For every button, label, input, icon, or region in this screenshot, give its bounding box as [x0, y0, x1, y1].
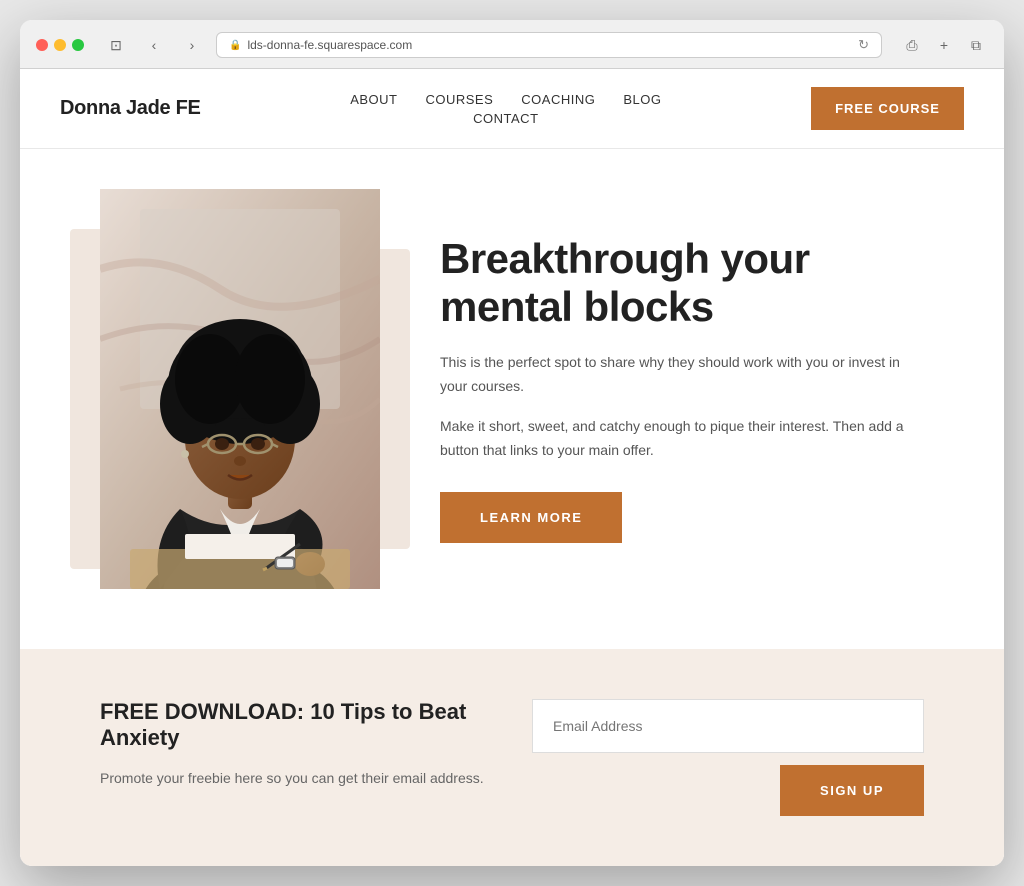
windows-button[interactable]: ⧉ [964, 33, 988, 57]
refresh-icon[interactable]: ↻ [858, 37, 869, 53]
hero-description-1: This is the perfect spot to share why th… [440, 351, 924, 399]
url-text: lds-donna-fe.squarespace.com [247, 38, 412, 52]
maximize-button[interactable] [72, 39, 84, 51]
free-course-button[interactable]: FREE COURSE [811, 87, 964, 130]
back-button[interactable]: ‹ [140, 35, 168, 55]
window-toggle-button[interactable]: ⊡ [102, 35, 130, 55]
close-button[interactable] [36, 39, 48, 51]
nav-row-top: ABOUT COURSES COACHING BLOG [350, 92, 661, 107]
hero-section: Breakthrough your mental blocks This is … [20, 149, 1004, 649]
hero-content: Breakthrough your mental blocks This is … [440, 235, 924, 544]
site-logo[interactable]: Donna Jade FE [60, 97, 201, 120]
download-section: FREE DOWNLOAD: 10 Tips to Beat Anxiety P… [20, 649, 1004, 866]
website-content: Donna Jade FE ABOUT COURSES COACHING BLO… [20, 69, 1004, 866]
nav-courses[interactable]: COURSES [425, 92, 493, 107]
hero-illustration [100, 189, 380, 589]
share-button[interactable]: ⎙ [900, 33, 924, 57]
hero-description-2: Make it short, sweet, and catchy enough … [440, 415, 924, 463]
nav-links: ABOUT COURSES COACHING BLOG CONTACT [350, 92, 661, 126]
download-info: FREE DOWNLOAD: 10 Tips to Beat Anxiety P… [100, 699, 492, 789]
hero-image [100, 189, 380, 589]
download-description: Promote your freebie here so you can get… [100, 767, 492, 789]
learn-more-button[interactable]: LEARN MORE [440, 492, 622, 543]
browser-actions: ⎙ + ⧉ [900, 33, 988, 57]
hero-title: Breakthrough your mental blocks [440, 235, 924, 332]
forward-button[interactable]: › [178, 35, 206, 55]
download-title: FREE DOWNLOAD: 10 Tips to Beat Anxiety [100, 699, 492, 751]
nav-coaching[interactable]: COACHING [521, 92, 595, 107]
address-bar[interactable]: 🔒 lds-donna-fe.squarespace.com ↻ [216, 32, 882, 58]
traffic-lights [36, 39, 84, 51]
browser-chrome: ⊡ ‹ › 🔒 lds-donna-fe.squarespace.com ↻ ⎙… [20, 20, 1004, 69]
nav-about[interactable]: ABOUT [350, 92, 397, 107]
nav-row-bottom: CONTACT [473, 111, 538, 126]
nav-blog[interactable]: BLOG [623, 92, 661, 107]
new-tab-button[interactable]: + [932, 33, 956, 57]
email-input[interactable] [532, 699, 924, 753]
lock-icon: 🔒 [229, 40, 241, 51]
hero-image-container [100, 189, 380, 589]
signup-button[interactable]: SIGN UP [780, 765, 924, 816]
nav-contact[interactable]: CONTACT [473, 111, 538, 126]
minimize-button[interactable] [54, 39, 66, 51]
download-form: SIGN UP [532, 699, 924, 816]
navigation: Donna Jade FE ABOUT COURSES COACHING BLO… [20, 69, 1004, 149]
browser-window: ⊡ ‹ › 🔒 lds-donna-fe.squarespace.com ↻ ⎙… [20, 20, 1004, 866]
